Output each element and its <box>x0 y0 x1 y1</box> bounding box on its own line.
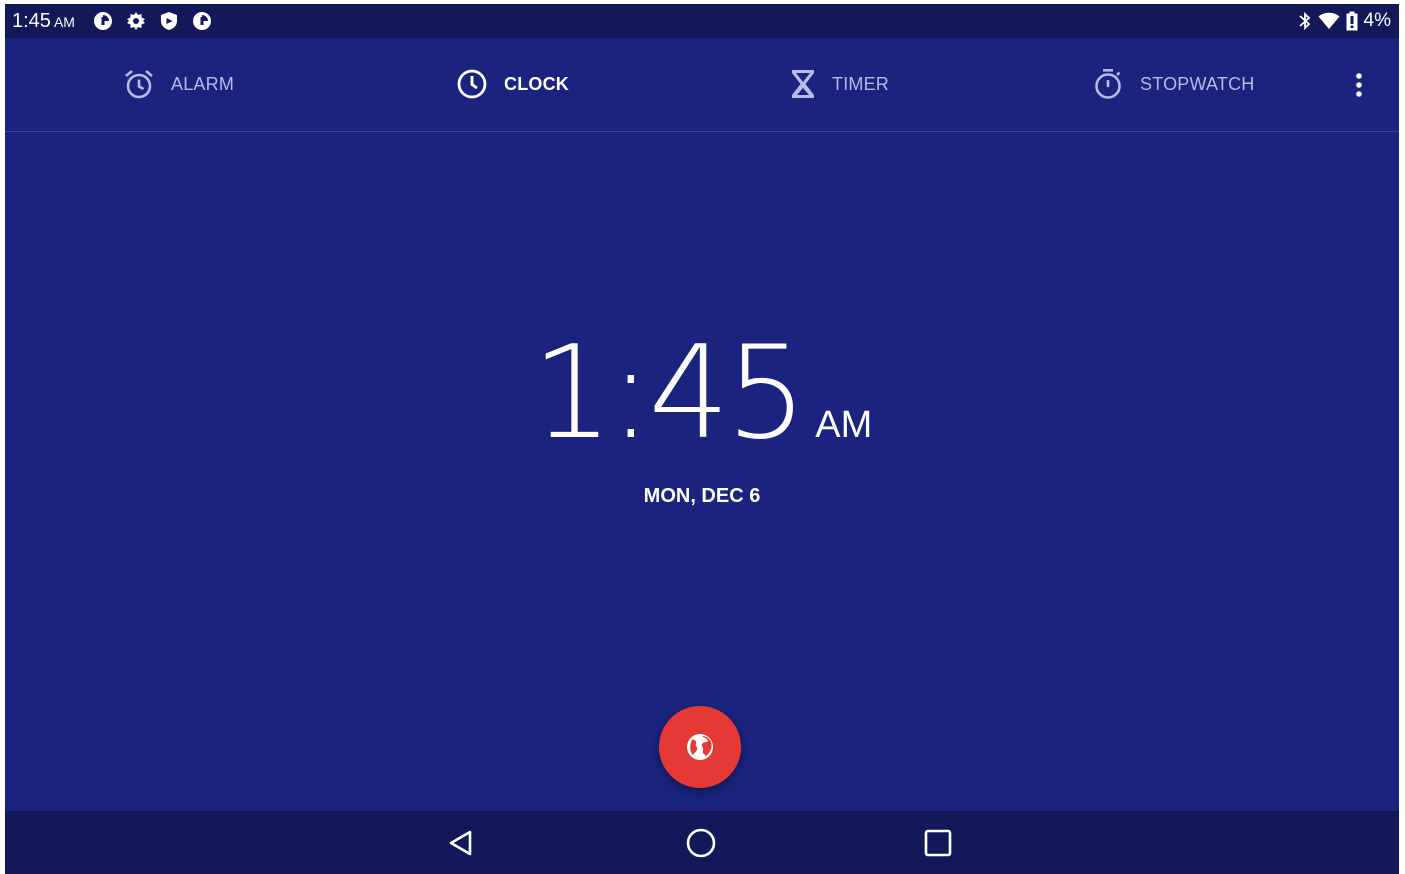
data-saver-icon <box>94 12 112 30</box>
shield-icon <box>161 12 177 30</box>
tab-clock-label: CLOCK <box>504 73 569 94</box>
alarm-icon <box>125 70 153 99</box>
clock-date: MON, DEC 6 <box>643 485 761 507</box>
back-icon <box>449 830 472 856</box>
tab-clock[interactable]: CLOCK <box>456 67 569 101</box>
home-button[interactable] <box>683 825 719 861</box>
overflow-menu-button[interactable] <box>1344 71 1374 101</box>
tab-timer[interactable]: TIMER <box>790 67 889 101</box>
wifi-icon <box>1318 12 1340 29</box>
tab-bar: ALARM CLOCK TIMER STOPWATCH <box>5 38 1399 132</box>
home-icon <box>686 828 716 858</box>
clock-ampm: AM <box>815 404 873 446</box>
system-status-icons: 4% <box>1298 9 1391 33</box>
tab-stopwatch-label: STOPWATCH <box>1140 73 1255 94</box>
status-bar: 1:45 AM 4% <box>5 4 1399 38</box>
status-time-ampm: AM <box>53 14 75 30</box>
tab-stopwatch[interactable]: STOPWATCH <box>1092 67 1254 101</box>
digital-clock: 1:45 AM <box>5 329 1399 459</box>
tab-timer-label: TIMER <box>832 73 889 94</box>
clock-app-screen: 1:45 AM 4% ALARM CLOCK TIMER STOPWATCH 1… <box>5 4 1399 874</box>
battery-icon <box>1346 11 1358 31</box>
back-button[interactable] <box>443 825 479 861</box>
notification-icons <box>93 11 212 31</box>
battery-percent: 4% <box>1363 10 1391 31</box>
tab-alarm-label: ALARM <box>171 73 235 94</box>
recents-icon <box>924 829 952 857</box>
more-vert-icon <box>1356 73 1362 97</box>
status-time-value: 1:45 <box>12 10 51 32</box>
settings-icon <box>127 12 145 30</box>
tab-alarm[interactable]: ALARM <box>123 67 234 101</box>
navigation-bar <box>5 811 1399 874</box>
hourglass-icon <box>792 70 814 98</box>
bluetooth-icon <box>1298 11 1310 31</box>
clock-time: 1:45 <box>531 319 807 468</box>
status-time: 1:45 AM <box>12 9 75 34</box>
clock-icon <box>457 69 487 99</box>
recents-button[interactable] <box>920 825 956 861</box>
data-saver-icon <box>193 12 211 30</box>
world-clock-button[interactable] <box>659 706 741 788</box>
globe-icon <box>687 734 713 760</box>
stopwatch-icon <box>1095 69 1121 99</box>
